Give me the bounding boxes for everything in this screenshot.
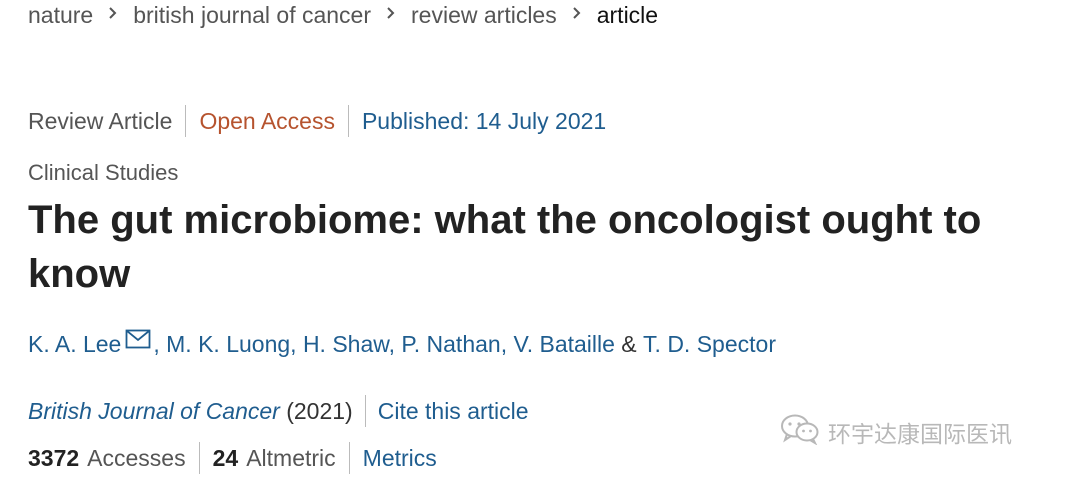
cite-article-link[interactable]: Cite this article	[364, 395, 541, 427]
journal-link[interactable]: British Journal of Cancer	[28, 398, 280, 424]
metrics-link[interactable]: Metrics	[348, 442, 450, 474]
author-link-spector[interactable]: T. D. Spector	[643, 328, 776, 360]
watermark: 环宇达康国际医讯	[780, 414, 1012, 450]
chevron-right-icon	[557, 7, 597, 20]
breadcrumb-item-journal[interactable]: british journal of cancer	[133, 1, 371, 29]
altmetric-count: 24	[212, 445, 239, 471]
published-date: Published: 14 July 2021	[347, 105, 619, 137]
author-links-middle[interactable]: , M. K. Luong, H. Shaw, P. Nathan, V. Ba…	[153, 328, 615, 360]
watermark-text: 环宇达康国际医讯	[828, 421, 1012, 447]
article-type: Review Article	[28, 108, 173, 134]
metrics-row: 3372 Accesses 24 Altmetric Metrics	[28, 441, 450, 475]
author-link-lee[interactable]: K. A. Lee	[28, 328, 121, 360]
envelope-icon[interactable]	[125, 329, 151, 349]
accesses-label: Accesses	[87, 445, 186, 471]
article-title: The gut microbiome: what the oncologist …	[28, 198, 982, 296]
chevron-right-icon	[371, 7, 411, 20]
open-access-badge: Open Access	[185, 105, 348, 137]
subject-label: Clinical Studies	[28, 160, 179, 185]
chevron-right-icon	[93, 7, 133, 20]
author-list: K. A. Lee , M. K. Luong, H. Shaw, P. Nat…	[28, 328, 776, 360]
breadcrumb-item-nature[interactable]: nature	[28, 1, 93, 29]
accesses-metric: 3372 Accesses	[28, 442, 199, 474]
article-meta: Review Article Open Access Published: 14…	[28, 104, 619, 138]
citation-row: British Journal of Cancer (2021) Cite th…	[28, 394, 541, 428]
altmetric-metric: 24 Altmetric	[198, 442, 349, 474]
wechat-icon	[780, 413, 828, 451]
publication-year: (2021)	[286, 398, 353, 424]
accesses-count: 3372	[28, 445, 80, 471]
author-conjunction: &	[614, 331, 644, 357]
breadcrumb: nature british journal of cancer review …	[28, 0, 658, 30]
breadcrumb-item-review-articles[interactable]: review articles	[411, 1, 557, 29]
altmetric-label: Altmetric	[246, 445, 336, 471]
breadcrumb-item-current: article	[596, 2, 659, 28]
